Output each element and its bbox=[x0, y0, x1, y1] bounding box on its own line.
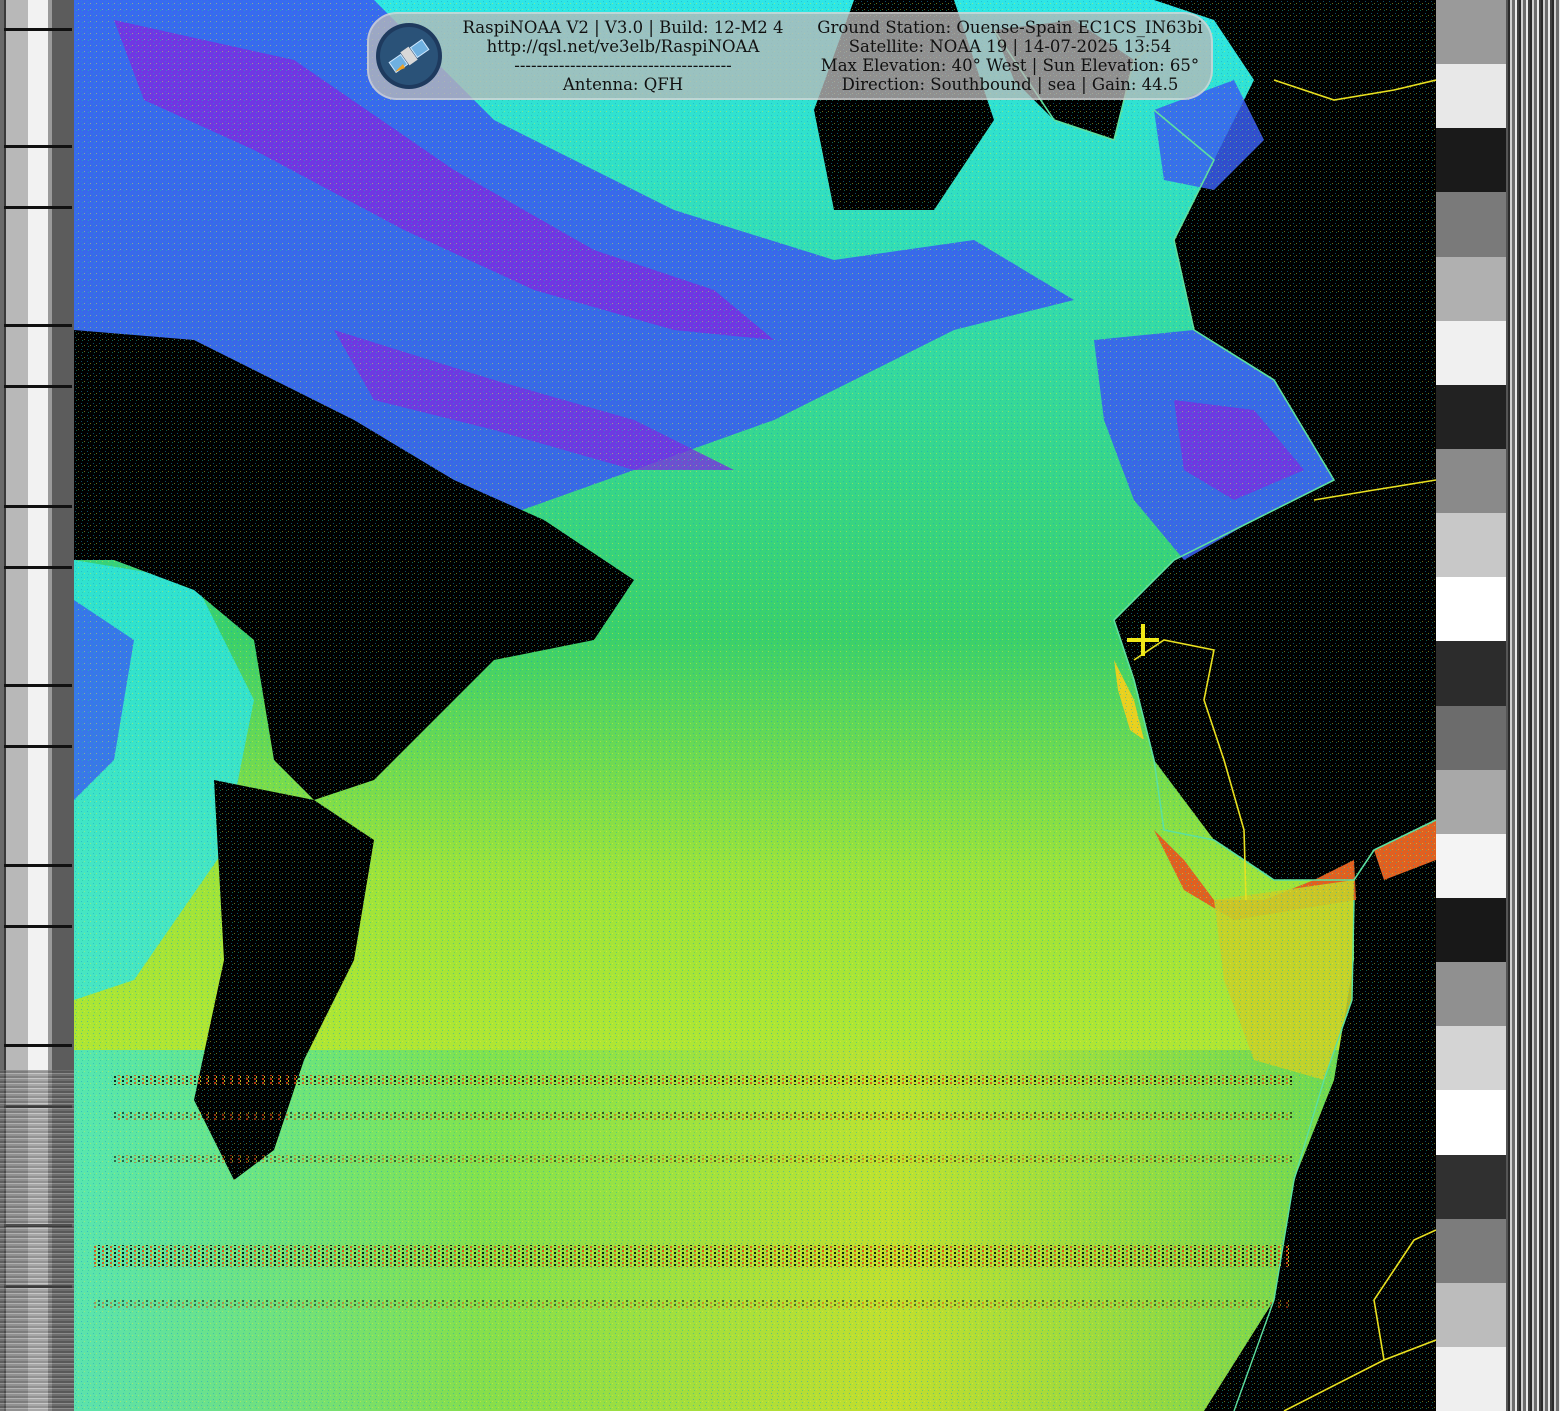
yellow-crosshair-icon bbox=[1127, 624, 1159, 656]
banner-left-column: RaspiNOAA V2 | V3.0 | Build: 12-M2 4 htt… bbox=[451, 18, 795, 94]
satellite-text: Satellite: NOAA 19 | 14-07-2025 13:54 bbox=[848, 37, 1172, 56]
project-url-text: http://qsl.net/ve3elb/RaspiNOAA bbox=[486, 37, 760, 56]
sync-tick bbox=[4, 566, 72, 569]
sync-tick bbox=[4, 745, 72, 748]
telemetry-wedges bbox=[1436, 0, 1506, 1411]
sea-surface-map bbox=[74, 0, 1436, 1411]
ground-station-text: Ground Station: Ouense-Spain EC1CS_IN63b… bbox=[817, 18, 1203, 37]
noise-band bbox=[0, 1070, 74, 1411]
sync-tick bbox=[4, 864, 72, 867]
banner-right-column: Ground Station: Ouense-Spain EC1CS_IN63b… bbox=[815, 18, 1205, 94]
sync-tick bbox=[4, 505, 72, 508]
app-version-text: RaspiNOAA V2 | V3.0 | Build: 12-M2 4 bbox=[462, 18, 784, 37]
sync-tick bbox=[4, 385, 72, 388]
antenna-text: Antenna: QFH bbox=[562, 75, 684, 94]
sync-tick bbox=[4, 684, 72, 687]
right-telemetry-strip bbox=[1436, 0, 1560, 1411]
separator-text: --------------------------------------- bbox=[514, 56, 732, 75]
sync-stripes bbox=[1508, 0, 1560, 1411]
direction-text: Direction: Southbound | sea | Gain: 44.5 bbox=[841, 75, 1179, 94]
sync-tick bbox=[4, 1044, 72, 1047]
sync-tick bbox=[4, 206, 72, 209]
sync-tick bbox=[4, 145, 72, 148]
sync-tick bbox=[4, 324, 72, 327]
elevation-text: Max Elevation: 40° West | Sun Elevation:… bbox=[820, 56, 1200, 75]
pass-info-banner: RaspiNOAA V2 | V3.0 | Build: 12-M2 4 htt… bbox=[367, 12, 1213, 100]
left-telemetry-strip bbox=[0, 0, 74, 1411]
sync-tick bbox=[4, 28, 72, 31]
satellite-logo-icon bbox=[376, 23, 442, 89]
satellite-image bbox=[74, 0, 1436, 1411]
sync-tick bbox=[4, 925, 72, 928]
